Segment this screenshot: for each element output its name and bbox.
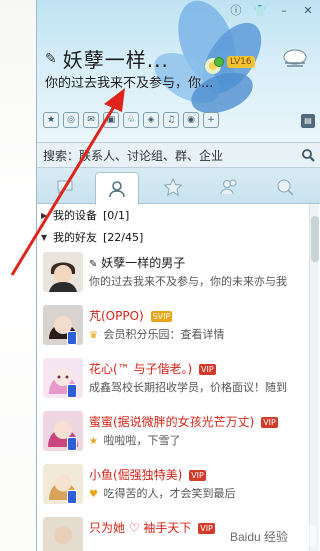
wallet-icon[interactable]: ▣	[103, 112, 119, 128]
vip-badge[interactable]: VIP	[199, 364, 216, 375]
mobile-online-icon	[67, 384, 77, 398]
group-my-devices[interactable]: ▶ 我的设备 [0/1]	[37, 204, 307, 226]
contact-list-scrollbar[interactable]	[309, 204, 319, 551]
shopping-bag-icon[interactable]: ♧	[123, 112, 139, 128]
contact-name: 小鱼(倔强独特美)	[89, 468, 183, 482]
search-input[interactable]	[43, 148, 283, 164]
minimize-button[interactable]: –	[277, 4, 291, 18]
group-count: [22/45]	[103, 230, 144, 244]
contact-signature: 你的过去我来不及参与，你的未来亦与我	[89, 275, 287, 288]
qq-main-panel: ⓘ 👕 – ✕ ✎ 妖孽一样... LV16 你的过去我来不及参与，你... ★…	[36, 0, 320, 551]
tab-contacts[interactable]	[95, 172, 139, 205]
add-app-icon[interactable]: +	[203, 112, 219, 128]
contact-signature-row: ♛ 会员积分乐园：查看详情	[89, 326, 224, 342]
vip-badge[interactable]: VIP	[189, 470, 206, 481]
heart-icon: ♥	[89, 489, 98, 500]
contact-signature-row: ★ 啦啦啦，下雪了	[89, 432, 180, 448]
watermark-text: Baidu 经验	[230, 529, 288, 544]
contact-name-row: 花心(™ 与子偕老。) VIP	[89, 360, 216, 377]
tab-discovery[interactable]	[263, 172, 307, 202]
search-bar	[37, 142, 320, 168]
contact-name: 妖孽一样的男子	[101, 256, 186, 270]
skin-icon[interactable]: 👕	[253, 4, 267, 18]
level-badge[interactable]: LV16	[227, 56, 255, 68]
contact-name-row: ✎ 妖孽一样的男子	[89, 254, 185, 271]
gift-icon[interactable]: ◈	[143, 112, 159, 128]
search-icon[interactable]	[301, 148, 315, 162]
avatar[interactable]	[43, 411, 83, 451]
contact-signature-row: ♥ 吃得苦的人，才会笑到最后	[89, 485, 235, 501]
background-margin	[0, 0, 36, 551]
qzone-icon	[164, 178, 182, 196]
contact-person-icon	[109, 181, 125, 198]
contact-signature: 啦啦啦，下雪了	[103, 434, 181, 447]
avatar[interactable]	[43, 464, 83, 504]
scrollbar-thumb[interactable]	[311, 216, 319, 262]
info-icon[interactable]: ⓘ	[229, 4, 243, 18]
contact-name-row: 芃(OPPO) SVIP	[89, 307, 173, 324]
profile-header: ⓘ 👕 – ✕ ✎ 妖孽一样... LV16 你的过去我来不及参与，你... ★…	[37, 0, 320, 142]
group-count: [0/1]	[103, 208, 130, 222]
baidu-jingyan-watermark: Baidu 经验	[224, 525, 316, 547]
mobile-online-icon	[67, 490, 77, 504]
group-my-friends[interactable]: ▼ 我的好友 [22/45]	[37, 226, 307, 248]
group-people-icon	[220, 179, 237, 195]
window-controls: ⓘ 👕 – ✕	[229, 4, 315, 18]
weather-icon[interactable]	[279, 46, 309, 70]
tab-bar	[37, 168, 320, 205]
avatar[interactable]	[43, 517, 83, 551]
tab-groups[interactable]	[207, 172, 251, 202]
weibo-icon[interactable]: ◎	[63, 112, 79, 128]
avatar[interactable]	[43, 358, 83, 398]
tab-qzone[interactable]	[151, 172, 195, 202]
contact-row[interactable]: 芃(OPPO) SVIP ♛ 会员积分乐园：查看详情	[37, 301, 307, 354]
avatar[interactable]	[43, 252, 83, 292]
mobile-online-icon	[67, 331, 77, 345]
chat-bubble-icon	[57, 180, 73, 194]
group-label: 我的好友	[53, 231, 97, 244]
message-box-icon[interactable]: ▤	[301, 114, 315, 128]
contact-name-row: 蜜蜜(据说微胖的女孩光芒万丈) VIP	[89, 413, 278, 430]
game-icon[interactable]: ◉	[183, 112, 199, 128]
personal-signature[interactable]: 你的过去我来不及参与，你...	[45, 72, 213, 91]
svip-badge[interactable]: SVIP	[150, 311, 173, 322]
contact-row[interactable]: 花心(™ 与子偕老。) VIP 成鑫驾校长期招收学员，价格面议！随到	[37, 354, 307, 407]
contact-row[interactable]: 小鱼(倔强独特美) VIP ♥ 吃得苦的人，才会笑到最后	[37, 460, 307, 513]
collapsed-arrow-icon: ▶	[41, 210, 48, 220]
group-label: 我的设备	[53, 209, 97, 222]
quick-app-bar: ★ ◎ ✉ ▣ ♧ ◈ ♫ ◉ +	[43, 112, 219, 128]
contact-row[interactable]: ✎ 妖孽一样的男子 你的过去我来不及参与，你的未来亦与我	[37, 248, 307, 301]
mail-icon[interactable]: ✉	[83, 112, 99, 128]
pencil-icon: ✎	[45, 50, 57, 67]
pencil-icon: ✎	[89, 259, 98, 270]
nickname-row: ✎ 妖孽一样...	[45, 44, 169, 73]
contact-name-row: 小鱼(倔强独特美) VIP	[89, 466, 206, 483]
star-icon: ★	[89, 436, 98, 447]
online-status-icon[interactable]	[214, 57, 224, 67]
mobile-online-icon	[67, 437, 77, 451]
contact-name-row: 只为她 ♡ 袖手天下 VIP	[89, 519, 215, 536]
contact-signature: 成鑫驾校长期招收学员，价格面议！随到	[89, 381, 287, 394]
contact-name: 芃(OPPO)	[89, 309, 144, 323]
avatar[interactable]	[43, 305, 83, 345]
contact-list: ▶ 我的设备 [0/1] ▼ 我的好友 [22/45] ✎ 妖孽一样的男子 你的…	[37, 204, 307, 551]
tab-recent-chats[interactable]	[43, 172, 87, 202]
qzone-star-icon[interactable]: ★	[43, 112, 59, 128]
vip-badge[interactable]: VIP	[198, 523, 215, 534]
contact-name: 花心(™ 与子偕老。)	[89, 362, 193, 376]
contact-name: 蜜蜜(据说微胖的女孩光芒万丈)	[89, 415, 255, 429]
music-icon[interactable]: ♫	[163, 112, 179, 128]
contact-signature: 会员积分乐园：查看详情	[103, 328, 225, 341]
discovery-icon	[277, 179, 294, 196]
close-button[interactable]: ✕	[301, 4, 315, 18]
crown-icon: ♛	[89, 330, 98, 341]
vip-badge[interactable]: VIP	[261, 417, 278, 428]
contact-name: 只为她 ♡ 袖手天下	[89, 521, 192, 535]
contact-row[interactable]: 蜜蜜(据说微胖的女孩光芒万丈) VIP ★ 啦啦啦，下雪了	[37, 407, 307, 460]
nickname[interactable]: 妖孽一样...	[63, 44, 169, 73]
expanded-arrow-icon: ▼	[41, 232, 48, 242]
contact-signature: 吃得苦的人，才会笑到最后	[103, 487, 236, 500]
